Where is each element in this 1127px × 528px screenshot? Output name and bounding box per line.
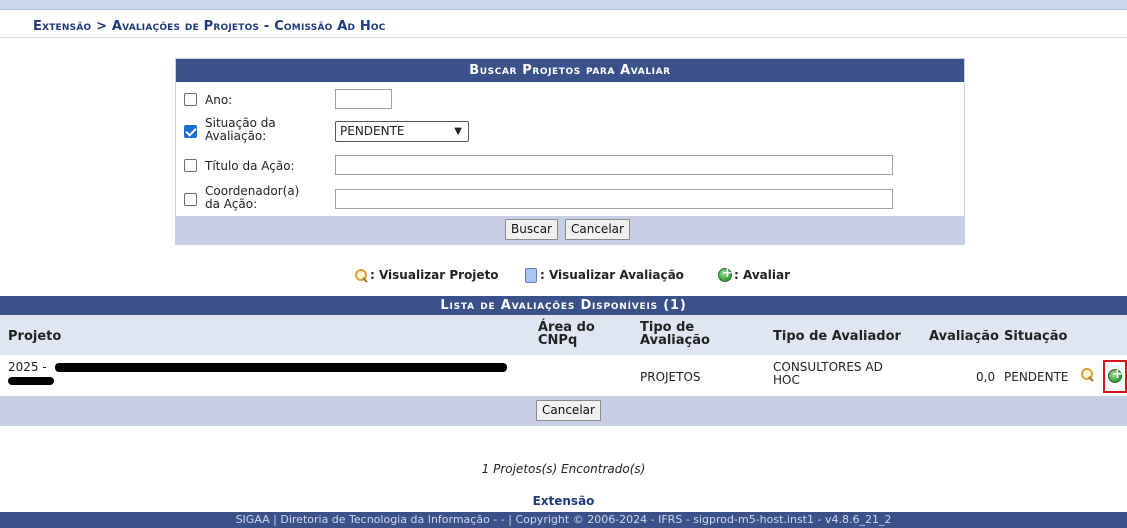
document-icon (525, 268, 537, 283)
cancelar-search-button[interactable]: Cancelar (565, 219, 630, 240)
magnifier-icon (355, 269, 368, 282)
page-footer: SIGAA | Diretoria de Tecnologia da Infor… (0, 512, 1127, 528)
chevron-down-icon: ▼ (454, 126, 462, 137)
titulo-row: Título da Ação: (176, 155, 964, 177)
header-projeto: Projeto (8, 329, 62, 344)
redaction-bar (55, 363, 507, 372)
ano-checkbox[interactable] (184, 93, 197, 106)
situacao-label-line2: Avaliação: (205, 129, 267, 143)
view-project-magnifier-icon[interactable] (1081, 368, 1094, 381)
header-tipo-avaliacao: Tipo de Avaliação (640, 321, 710, 347)
table-row: 2025 - PROJETOS CONSULTORES AD HOC 0,0 P… (0, 356, 1127, 396)
breadcrumb: Extensão > Avaliações de Projetos - Comi… (0, 10, 1127, 38)
coordenador-row: Coordenador(a) da Ação: (176, 183, 964, 213)
cell-projeto-prefix: 2025 - (8, 360, 47, 374)
table-header: Projeto Área do CNPq Tipo de Avaliação T… (0, 315, 1127, 355)
cell-tipo-avaliador: CONSULTORES AD HOC (773, 361, 883, 387)
header-area-line2: CNPq (538, 333, 578, 348)
coordenador-label-line1: Coordenador(a) (205, 184, 300, 198)
coordenador-input[interactable] (335, 189, 893, 209)
coordenador-checkbox[interactable] (184, 193, 197, 206)
cell-tipo-avaliador-line2: HOC (773, 373, 800, 387)
titulo-checkbox[interactable] (184, 159, 197, 172)
titulo-input[interactable] (335, 155, 893, 175)
highlight-box (1103, 360, 1127, 393)
situacao-label-line1: Situação da (205, 116, 276, 130)
titulo-label: Título da Ação: (205, 159, 295, 173)
coordenador-label-line2: da Ação: (205, 197, 258, 211)
top-strip (0, 0, 1127, 10)
cell-tipo-avaliador-line1: CONSULTORES AD (773, 360, 883, 374)
cell-tipo-avaliacao: PROJETOS (640, 370, 701, 384)
ano-label: Ano: (205, 93, 233, 107)
situacao-select[interactable]: PENDENTE ▼ (335, 121, 469, 142)
header-tipo-aval-line2: Avaliação (640, 333, 710, 348)
ano-input[interactable] (335, 89, 392, 109)
green-plus-icon (718, 266, 733, 282)
search-form: Buscar Projetos para Avaliar Ano: Situaç… (175, 58, 965, 245)
found-count: 1 Projetos(s) Encontrado(s) (481, 462, 646, 476)
redaction-bar (8, 377, 54, 385)
legend-avaliar: : Avaliar (734, 268, 790, 282)
list-caption: Lista de Avaliações Disponíveis (1) (0, 296, 1127, 315)
search-form-footer: Buscar Cancelar (176, 216, 964, 244)
buscar-button[interactable]: Buscar (505, 219, 558, 240)
header-situacao: Situação (1004, 329, 1068, 344)
header-avaliacao: Avaliação (929, 329, 999, 344)
icon-legend: : Visualizar Projeto : Visualizar Avalia… (0, 266, 1127, 286)
extensao-link[interactable]: Extensão (0, 494, 1127, 508)
situacao-checkbox[interactable] (184, 125, 197, 138)
header-area-cnpq: Área do CNPq (538, 321, 595, 347)
header-tipo-avaliador: Tipo de Avaliador (773, 329, 901, 344)
cancelar-list-button[interactable]: Cancelar (536, 400, 601, 421)
situacao-select-value: PENDENTE (340, 124, 405, 138)
ano-row: Ano: (176, 89, 964, 111)
situacao-row: Situação da Avaliação: PENDENTE ▼ (176, 115, 964, 147)
cell-avaliacao: 0,0 (976, 370, 996, 384)
legend-visualizar-avaliacao: : Visualizar Avaliação (540, 268, 684, 282)
breadcrumb-text: Extensão > Avaliações de Projetos - Comi… (33, 19, 386, 34)
list-footer: Cancelar (0, 396, 1127, 426)
situacao-label: Situação da Avaliação: (205, 117, 276, 143)
legend-visualizar-projeto: : Visualizar Projeto (370, 268, 499, 282)
coordenador-label: Coordenador(a) da Ação: (205, 185, 299, 211)
cell-situacao: PENDENTE (1004, 370, 1069, 384)
search-form-caption: Buscar Projetos para Avaliar (176, 59, 964, 82)
